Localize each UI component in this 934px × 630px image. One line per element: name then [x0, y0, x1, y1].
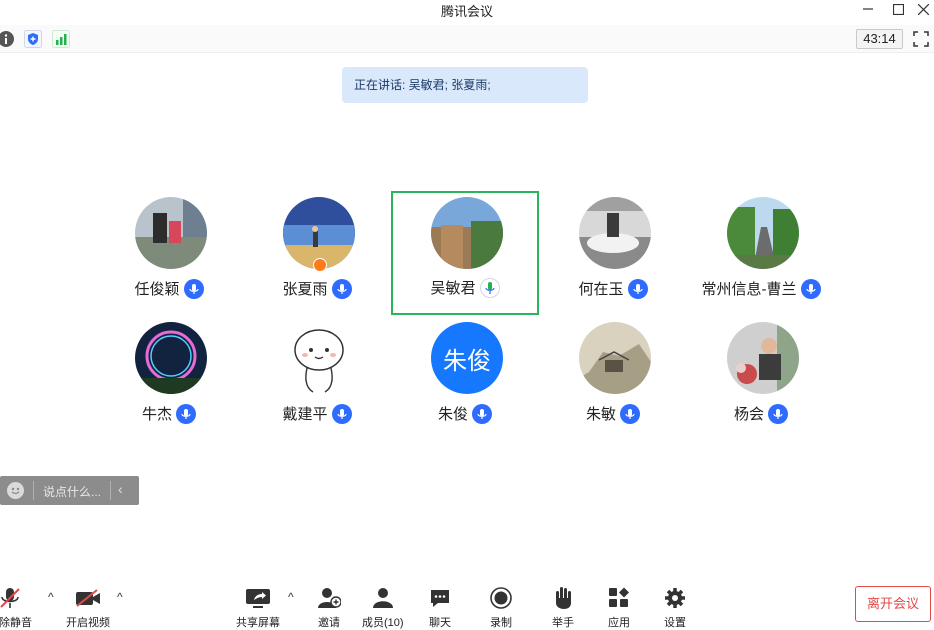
avatar — [135, 197, 207, 269]
raise-hand-icon — [550, 586, 576, 610]
share-screen-button[interactable]: 共享屏幕 — [236, 586, 280, 630]
participant-name: 杨会 — [733, 406, 764, 423]
avatar-initials: 朱俊 — [443, 347, 491, 375]
participant-tile[interactable]: 任俊颖 — [95, 192, 243, 316]
participant-name: 牛杰 — [141, 406, 172, 423]
microphone-icon[interactable] — [800, 278, 821, 299]
info-icon[interactable] — [0, 29, 16, 49]
chat-bubble-icon — [427, 586, 453, 610]
settings-button[interactable]: 设置 — [662, 586, 688, 630]
participant-name: 吴敏君 — [430, 280, 476, 297]
microphone-speaking-icon[interactable] — [479, 277, 500, 298]
participant-name: 任俊颖 — [134, 281, 180, 298]
microphone-icon[interactable] — [768, 403, 788, 424]
microphone-icon[interactable] — [627, 278, 648, 299]
participant-tile[interactable]: 朱敏 — [539, 317, 687, 441]
avatar — [431, 197, 503, 269]
maximize-button[interactable] — [885, 0, 911, 18]
unmute-button[interactable]: 解除静音 — [0, 586, 32, 630]
meeting-timer: 43:14 — [856, 29, 903, 49]
participant-tile[interactable]: 何在玉 — [539, 192, 687, 316]
avatar — [579, 322, 651, 394]
raise-hand-button[interactable]: 举手 — [550, 586, 576, 630]
avatar — [135, 322, 207, 394]
participant-tile[interactable]: 牛杰 — [95, 317, 243, 441]
close-button[interactable] — [910, 0, 934, 18]
speaking-indicator: 正在讲话: 吴敏君; 张夏雨; — [342, 67, 588, 103]
participant-tile-active-speaker[interactable]: 吴敏君 — [391, 191, 539, 315]
participant-name: 戴建平 — [282, 406, 328, 423]
network-signal-icon[interactable] — [51, 29, 71, 49]
record-button[interactable]: 录制 — [488, 586, 514, 630]
bottom-control-bar: 解除静音 ^ 开启视频 ^ 共享屏幕 ^ 邀请 成员(10) 聊天 — [0, 580, 934, 629]
host-badge — [313, 258, 327, 272]
add-person-icon — [316, 586, 342, 610]
chat-button[interactable]: 聊天 — [427, 586, 453, 630]
participant-name: 朱敏 — [585, 406, 616, 423]
record-icon — [488, 586, 514, 610]
microphone-icon[interactable] — [331, 278, 352, 299]
avatar: 朱俊 — [431, 322, 503, 394]
participant-name: 何在玉 — [578, 281, 624, 298]
title-bar: 腾讯会议 — [0, 0, 934, 22]
collapse-chevron-icon[interactable]: ‹ — [118, 481, 123, 497]
members-button[interactable]: 成员(10) — [362, 586, 404, 630]
avatar — [579, 197, 651, 269]
participant-name: 常州信息-曹兰 — [701, 281, 797, 298]
microphone-icon[interactable] — [472, 403, 492, 424]
participant-tile[interactable]: 朱俊 朱俊 — [391, 317, 539, 441]
participant-tile[interactable]: 常州信息-曹兰 — [687, 192, 835, 316]
participant-tile[interactable]: 戴建平 — [243, 317, 391, 441]
avatar — [283, 322, 355, 394]
meeting-toolbar: 43:14 — [0, 25, 934, 53]
participant-name: 张夏雨 — [282, 281, 328, 298]
chat-placeholder[interactable]: 说点什么... — [43, 483, 101, 500]
gear-icon — [662, 586, 688, 610]
chat-quick-input[interactable]: 说点什么... ‹ — [0, 476, 139, 505]
microphone-icon[interactable] — [620, 403, 640, 424]
apps-button[interactable]: 应用 — [606, 586, 632, 630]
apps-grid-icon — [606, 586, 632, 610]
participant-name: 朱俊 — [437, 406, 468, 423]
share-options-caret-icon[interactable]: ^ — [288, 590, 294, 604]
microphone-icon[interactable] — [176, 403, 196, 424]
fullscreen-icon[interactable] — [912, 30, 932, 48]
video-options-caret-icon[interactable]: ^ — [117, 590, 123, 604]
start-video-button[interactable]: 开启视频 — [66, 586, 110, 630]
unmute-options-caret-icon[interactable]: ^ — [48, 590, 54, 604]
security-shield-icon[interactable] — [23, 29, 43, 49]
minimize-button[interactable] — [855, 0, 881, 18]
window-title: 腾讯会议 — [440, 4, 493, 19]
leave-meeting-button[interactable]: 离开会议 — [855, 586, 931, 622]
participant-tile[interactable]: 杨会 — [687, 317, 835, 441]
avatar — [727, 322, 799, 394]
members-icon — [370, 586, 396, 610]
share-screen-icon — [245, 586, 271, 610]
microphone-icon[interactable] — [183, 278, 204, 299]
emoji-icon[interactable] — [7, 482, 24, 499]
camera-off-icon — [75, 586, 101, 610]
microphone-icon[interactable] — [331, 403, 352, 424]
invite-button[interactable]: 邀请 — [316, 586, 342, 630]
avatar — [727, 197, 799, 269]
microphone-muted-icon — [0, 586, 23, 610]
participant-tile[interactable]: 张夏雨 — [243, 192, 391, 316]
